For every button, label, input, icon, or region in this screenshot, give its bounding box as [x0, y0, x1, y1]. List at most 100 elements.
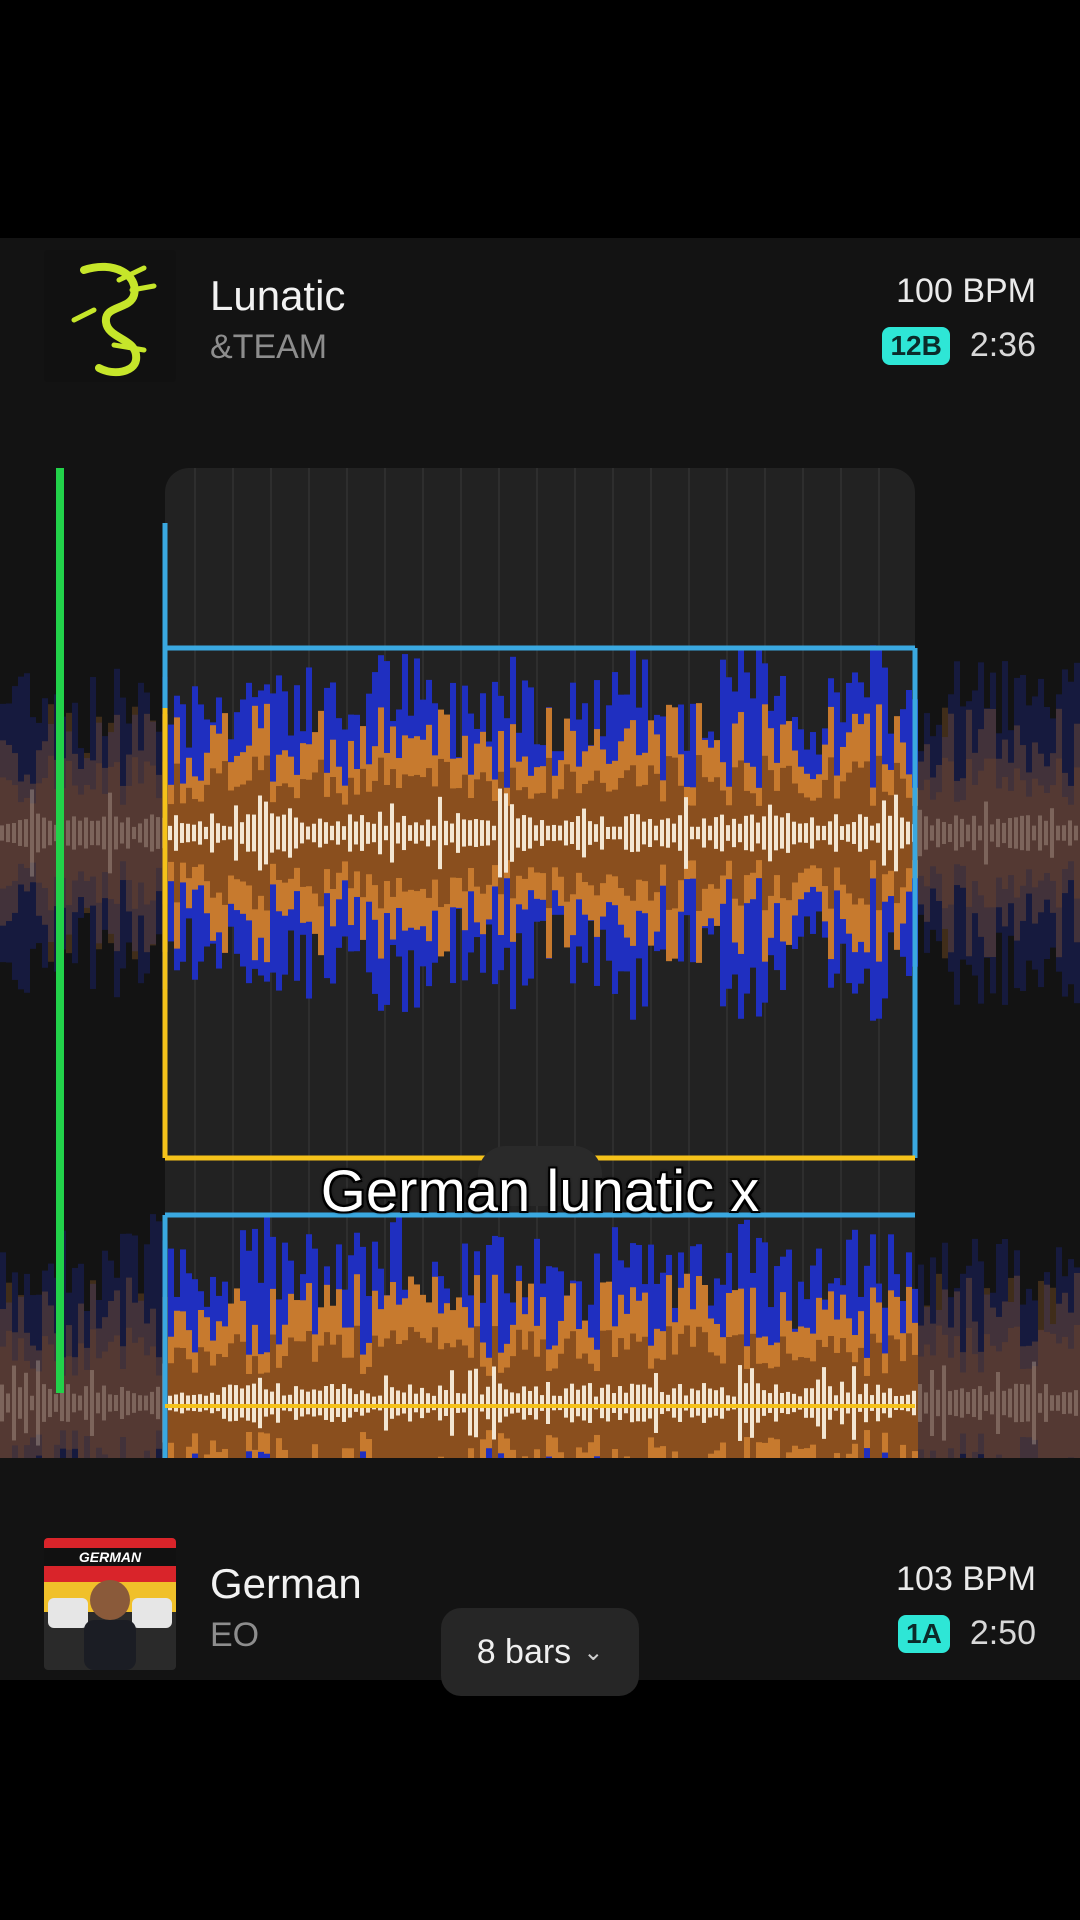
- wave-high-band: [480, 820, 484, 846]
- wave-high-band: [126, 817, 130, 849]
- wave-high-band: [372, 823, 376, 843]
- wave-high-band: [972, 1388, 976, 1418]
- wave-high-band: [918, 809, 922, 857]
- wave-high-band: [774, 815, 778, 851]
- wave-high-band: [192, 824, 196, 842]
- wave-high-band: [1050, 808, 1054, 858]
- wave-high-band: [1008, 1388, 1012, 1418]
- track-bpm: 103 BPM: [896, 1560, 1036, 1598]
- track-title: Lunatic: [210, 272, 346, 319]
- wave-high-band: [132, 826, 136, 840]
- wave-high-band: [114, 816, 118, 850]
- wave-high-band: [834, 814, 838, 852]
- wave-high-band: [558, 825, 562, 841]
- wave-high-band: [474, 819, 478, 847]
- wave-high-band: [96, 820, 100, 846]
- wave-high-band: [378, 1395, 382, 1411]
- wave-high-band: [786, 813, 790, 853]
- wave-high-band: [150, 1391, 154, 1415]
- wave-high-band: [156, 817, 160, 849]
- wave-high-band: [48, 820, 52, 846]
- wave-high-band: [348, 1388, 352, 1418]
- wave-high-band: [78, 820, 82, 846]
- wave-mid-shade: [432, 1327, 438, 1458]
- wave-high-band: [294, 817, 298, 849]
- wave-mid-shade: [666, 1326, 672, 1458]
- wave-high-band: [282, 814, 286, 852]
- wave-high-band: [462, 819, 466, 847]
- wave-high-band: [876, 823, 880, 843]
- wave-high-band: [246, 1385, 250, 1421]
- wave-high-band: [600, 1387, 604, 1419]
- track-artist: &TEAM: [210, 328, 328, 366]
- wave-high-band: [534, 1386, 538, 1420]
- wave-high-band: [270, 813, 274, 853]
- wave-high-band: [354, 1394, 358, 1412]
- wave-high-band: [804, 1388, 808, 1418]
- wave-high-band: [396, 822, 400, 844]
- track-title: German: [210, 1560, 362, 1607]
- wave-high-band: [378, 811, 382, 855]
- wave-high-band: [174, 815, 178, 851]
- wave-high-band: [510, 1392, 514, 1414]
- wave-high-band: [750, 1368, 754, 1438]
- wave-high-band: [612, 1393, 616, 1413]
- wave-high-band: [498, 1383, 502, 1423]
- waveform-canvas[interactable]: [0, 468, 1080, 1458]
- wave-high-band: [1020, 815, 1024, 851]
- wave-high-band: [792, 821, 796, 845]
- wave-high-band: [570, 1383, 574, 1423]
- wave-high-band: [0, 1384, 4, 1422]
- wave-high-band: [582, 1385, 586, 1421]
- wave-high-band: [924, 1392, 928, 1414]
- wave-high-band: [1008, 818, 1012, 848]
- wave-high-band: [348, 814, 352, 852]
- wave-high-band: [648, 1387, 652, 1419]
- wave-high-band: [774, 1384, 778, 1422]
- wave-high-band: [228, 826, 232, 840]
- wave-high-band: [222, 825, 226, 841]
- wave-high-band: [318, 818, 322, 848]
- wave-high-band: [762, 1390, 766, 1416]
- wave-high-band: [882, 1392, 886, 1414]
- wave-high-band: [6, 1393, 10, 1413]
- wave-high-band: [288, 1394, 292, 1412]
- track-row-german[interactable]: GERMAN German EO 103 BPM 1A 2:50: [0, 1538, 1080, 1678]
- wave-high-band: [636, 814, 640, 852]
- wave-high-band: [258, 1377, 262, 1429]
- wave-high-band: [942, 1365, 946, 1441]
- wave-high-band: [342, 826, 346, 840]
- wave-high-band: [822, 1367, 826, 1439]
- wave-high-band: [486, 820, 490, 846]
- track-row-lunatic[interactable]: Lunatic &TEAM 100 BPM 12B 2:36: [0, 250, 1080, 390]
- wave-high-band: [186, 1395, 190, 1411]
- track-duration: 2:50: [969, 1614, 1036, 1652]
- wave-high-band: [930, 825, 934, 841]
- wave-high-band: [540, 820, 544, 846]
- wave-high-band: [936, 1389, 940, 1417]
- wave-high-band: [636, 1384, 640, 1422]
- wave-high-band: [120, 822, 124, 844]
- wave-high-band: [996, 818, 1000, 848]
- wave-high-band: [1068, 1392, 1072, 1414]
- wave-high-band: [816, 1379, 820, 1427]
- wave-high-band: [912, 1390, 916, 1416]
- wave-high-band: [1068, 820, 1072, 846]
- wave-high-band: [24, 1372, 28, 1434]
- wave-high-band: [498, 788, 502, 878]
- wave-high-band: [918, 1384, 922, 1422]
- wave-high-band: [876, 1384, 880, 1422]
- wave-high-band: [864, 816, 868, 850]
- wave-high-band: [426, 1393, 430, 1413]
- wave-high-band: [882, 800, 886, 866]
- waveform-editor[interactable]: German lunatic x 8 bars ⌄: [0, 468, 1080, 1696]
- wave-high-band: [474, 1368, 478, 1438]
- wave-high-band: [30, 1395, 34, 1411]
- wave-high-band: [624, 1392, 628, 1414]
- wave-high-band: [384, 1375, 388, 1431]
- wave-high-band: [606, 1384, 610, 1422]
- wave-high-band: [966, 824, 970, 842]
- wave-high-band: [216, 823, 220, 843]
- wave-high-band: [486, 1386, 490, 1420]
- wave-high-band: [396, 1390, 400, 1416]
